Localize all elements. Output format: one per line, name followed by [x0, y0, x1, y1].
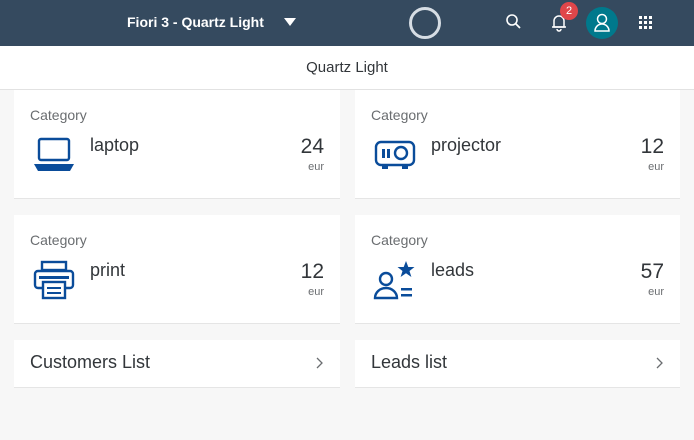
shell-bar: Fiori 3 - Quartz Light 2 [0, 0, 694, 46]
tile-value: 12 [300, 260, 324, 283]
tile-projector[interactable]: Category projector 12 eur [355, 90, 680, 199]
leads-list-link[interactable]: Leads list [355, 340, 680, 388]
search-button[interactable] [500, 8, 528, 36]
tile-print[interactable]: Category print 12 eur [14, 215, 340, 324]
grid-icon [639, 16, 652, 29]
customers-list-link[interactable]: Customers List [14, 340, 340, 388]
tile-category: Category [30, 232, 87, 248]
tile-unit: eur [648, 286, 664, 298]
tile-label: projector [431, 135, 502, 155]
chevron-right-icon [316, 357, 323, 369]
company-logo-icon[interactable] [409, 7, 441, 39]
tile-label: leads [431, 260, 475, 280]
page-title: Quartz Light [0, 46, 694, 90]
lead-icon [373, 261, 415, 300]
projector-icon [374, 140, 416, 169]
avatar[interactable] [586, 7, 618, 39]
tile-category: Category [371, 232, 428, 248]
tile-value: 12 [640, 135, 664, 158]
tile-label: laptop [90, 135, 140, 155]
printer-icon [33, 260, 75, 300]
tile-unit: eur [648, 161, 664, 173]
list-card-label: Leads list [371, 352, 448, 372]
laptop-icon [34, 137, 74, 171]
tile-value: 57 [640, 260, 664, 283]
user-icon [594, 13, 610, 32]
chevron-right-icon [656, 357, 663, 369]
tile-unit: eur [308, 161, 324, 173]
product-switch-button[interactable] [631, 8, 659, 36]
list-card-label: Customers List [30, 352, 151, 372]
tile-laptop[interactable]: Category laptop 24 eur [14, 90, 340, 199]
chevron-down-icon[interactable] [284, 18, 296, 26]
search-icon [506, 14, 521, 29]
app-title-button[interactable]: Fiori 3 - Quartz Light [127, 0, 264, 46]
tile-value: 24 [300, 135, 324, 158]
tile-category: Category [30, 107, 87, 123]
tile-category: Category [371, 107, 428, 123]
tile-unit: eur [308, 286, 324, 298]
tile-leads[interactable]: Category leads 57 eur [355, 215, 680, 324]
tile-label: print [90, 260, 126, 280]
notification-badge: 2 [560, 2, 578, 20]
